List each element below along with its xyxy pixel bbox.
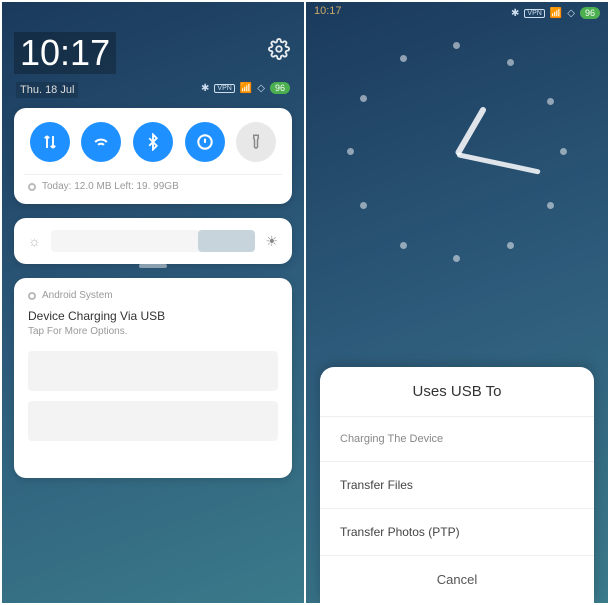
wifi-icon: ◇ xyxy=(567,8,575,19)
vpn-badge: VPN xyxy=(524,9,544,18)
analog-clock xyxy=(347,42,567,262)
notification-source: Android System xyxy=(28,290,278,301)
bluetooth-icon: ✱ xyxy=(511,8,519,19)
status-indicators: ✱ VPN 📶 ◇ 96 xyxy=(201,82,290,94)
dnd-toggle[interactable] xyxy=(185,122,225,162)
notification-source-text: Android System xyxy=(42,290,113,301)
notification-subtitle: Tap For More Options. xyxy=(28,326,278,337)
blurred-content xyxy=(28,351,278,391)
brightness-high-icon: ☀ xyxy=(265,233,278,250)
vpn-badge: VPN xyxy=(214,84,234,93)
battery-badge: 96 xyxy=(580,7,600,19)
signal-icon: 📶 xyxy=(240,83,252,94)
battery-badge: 96 xyxy=(270,82,290,94)
brightness-panel: ☼ ☀ xyxy=(14,218,292,264)
screen-notification-shade: 10:17 Thu. 18 Jul ✱ VPN 📶 ◇ 96 xyxy=(2,2,304,603)
settings-icon[interactable] xyxy=(268,38,290,60)
flashlight-toggle[interactable] xyxy=(236,122,276,162)
wifi-toggle[interactable] xyxy=(81,122,121,162)
drag-handle[interactable] xyxy=(139,264,167,268)
quick-settings-panel: Today: 12.0 MB Left: 19. 99GB xyxy=(14,108,292,204)
sheet-title: Uses USB To xyxy=(320,383,594,416)
brightness-low-icon: ☼ xyxy=(28,233,41,249)
bluetooth-toggle[interactable] xyxy=(133,122,173,162)
minute-hand xyxy=(456,152,540,175)
hour-hand xyxy=(454,106,487,157)
wifi-icon: ◇ xyxy=(257,83,265,94)
usb-option-charging[interactable]: Charging The Device xyxy=(320,416,594,461)
android-icon xyxy=(28,292,36,300)
usb-options-sheet: Uses USB To Charging The Device Transfer… xyxy=(320,367,594,603)
data-usage-icon xyxy=(28,183,36,191)
mobile-data-toggle[interactable] xyxy=(30,122,70,162)
clock-time: 10:17 xyxy=(14,32,116,74)
screen-usb-dialog: 10:17 ✱ VPN 📶 ◇ 96 Uses USB To Charging … xyxy=(306,2,608,603)
bluetooth-icon: ✱ xyxy=(201,83,209,94)
notification-card[interactable]: Android System Device Charging Via USB T… xyxy=(14,278,292,478)
brightness-slider[interactable] xyxy=(51,230,256,252)
status-time: 10:17 xyxy=(314,5,342,17)
toggle-row xyxy=(24,122,282,162)
data-usage-text: Today: 12.0 MB Left: 19. 99GB xyxy=(42,181,179,192)
status-icons: ✱ VPN 📶 ◇ 96 xyxy=(511,7,600,19)
usb-option-files[interactable]: Transfer Files xyxy=(320,461,594,508)
notification-title: Device Charging Via USB xyxy=(28,309,278,323)
cancel-button[interactable]: Cancel xyxy=(320,555,594,603)
status-bar: 10:17 ✱ VPN 📶 ◇ 96 xyxy=(306,2,608,24)
blurred-content xyxy=(28,401,278,441)
date-label: Thu. 18 Jul xyxy=(16,82,78,98)
usb-option-ptp[interactable]: Transfer Photos (PTP) xyxy=(320,508,594,555)
status-bar xyxy=(2,2,304,24)
data-usage-row[interactable]: Today: 12.0 MB Left: 19. 99GB xyxy=(24,174,282,194)
signal-icon: 📶 xyxy=(550,8,562,19)
brightness-fill xyxy=(198,230,255,252)
